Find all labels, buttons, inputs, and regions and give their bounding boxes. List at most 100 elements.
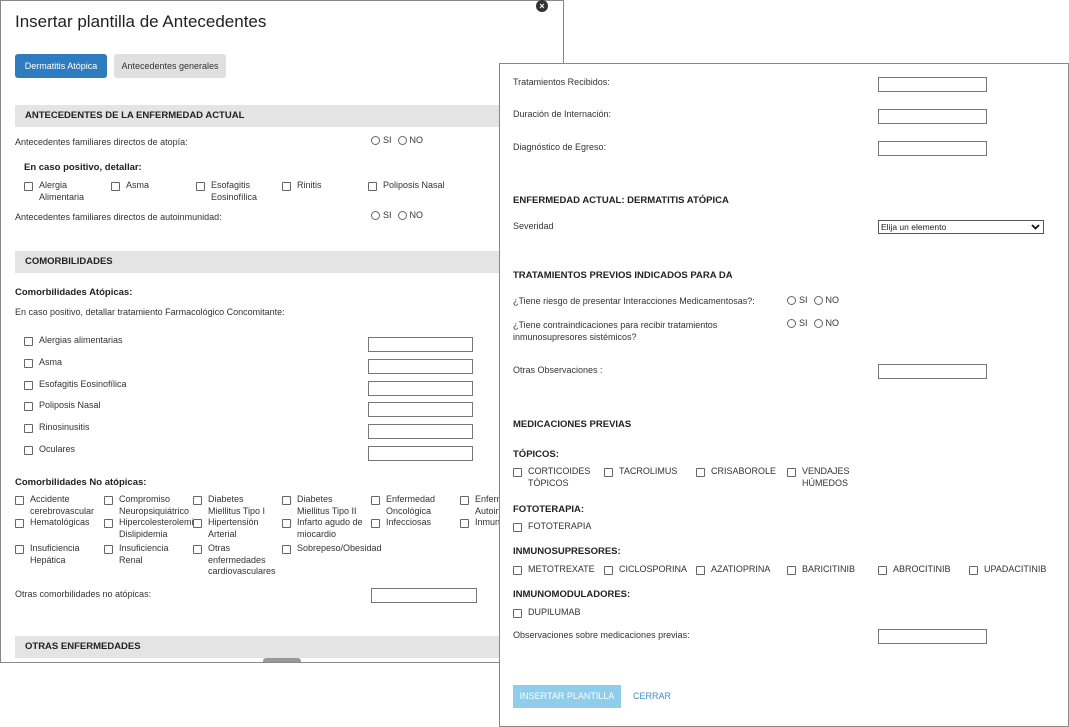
checkbox-icon[interactable] xyxy=(282,519,291,528)
checkbox-icon[interactable] xyxy=(104,519,113,528)
checkbox-icon[interactable] xyxy=(193,545,202,554)
tratamiento-input[interactable] xyxy=(368,402,473,417)
checkbox-icon[interactable] xyxy=(282,182,291,191)
checkbox-atopia-alergia[interactable]: Alergia Alimentaria xyxy=(24,180,104,203)
checkbox-icon[interactable] xyxy=(15,545,24,554)
checkbox-metotrexate[interactable]: METOTREXATE xyxy=(513,564,603,576)
checkbox-icon[interactable] xyxy=(513,523,522,532)
checkbox-icon[interactable] xyxy=(513,566,522,575)
tab-antecedentes-generales[interactable]: Antecedentes generales xyxy=(114,54,226,78)
checkbox-no-atopica-enfermedad[interactable]: Enfermedad Oncológica xyxy=(371,494,466,517)
checkbox-icon[interactable] xyxy=(696,566,705,575)
checkbox-no-atopica-sobrepesoobesidad[interactable]: Sobrepeso/Obesidad xyxy=(282,543,382,555)
checkbox-atopia-rinitis[interactable]: Rinitis xyxy=(282,180,362,192)
checkbox-icon[interactable] xyxy=(513,609,522,618)
checkbox-icon[interactable] xyxy=(787,566,796,575)
checkbox-icon[interactable] xyxy=(696,468,705,477)
checkbox-no-atopica-otras[interactable]: Otras enfermedades cardiovasculares xyxy=(193,543,288,578)
checkbox-comorb-alergias-alimentarias[interactable]: Alergias alimentarias xyxy=(24,335,324,347)
obs-med-input[interactable] xyxy=(878,629,987,644)
checkbox-icon[interactable] xyxy=(604,468,613,477)
checkbox-icon[interactable] xyxy=(24,446,33,455)
checkbox-no-atopica-infecciosas[interactable]: Infecciosas xyxy=(371,517,466,529)
checkbox-icon[interactable] xyxy=(371,519,380,528)
severidad-select[interactable]: Elija un elemento xyxy=(878,220,1044,234)
checkbox-comorb-oculares[interactable]: Oculares xyxy=(24,444,324,456)
checkbox-icon[interactable] xyxy=(15,519,24,528)
checkbox-icon[interactable] xyxy=(15,496,24,505)
checkbox-topico-vendajes[interactable]: VENDAJES HÚMEDOS xyxy=(787,466,877,489)
checkbox-comorb-rinosinusitis[interactable]: Rinosinusitis xyxy=(24,422,324,434)
otras-obs-input[interactable] xyxy=(878,364,987,379)
radio-icon[interactable] xyxy=(397,210,407,220)
checkbox-no-atopica-accidente[interactable]: Accidente cerebrovascular xyxy=(15,494,110,517)
duracion-input[interactable] xyxy=(878,109,987,124)
checkbox-dupilumab[interactable]: DUPILUMAB xyxy=(513,607,603,619)
checkbox-no-atopica-diabetes[interactable]: Diabetes Miellitus Tipo II xyxy=(282,494,377,517)
checkbox-icon[interactable] xyxy=(193,496,202,505)
checkbox-icon[interactable] xyxy=(878,566,887,575)
checkbox-icon[interactable] xyxy=(371,496,380,505)
checkbox-icon[interactable] xyxy=(368,182,377,191)
checkbox-icon[interactable] xyxy=(193,519,202,528)
checkbox-no-atopica-hipercolesterolemia[interactable]: Hipercolesterolemia Dislipidemia xyxy=(104,517,199,540)
checkbox-no-atopica-insuficiencia[interactable]: Insuficiencia Renal xyxy=(104,543,199,566)
checkbox-upadacitinib[interactable]: UPADACITINIB xyxy=(969,564,1059,576)
checkbox-icon[interactable] xyxy=(24,402,33,411)
checkbox-no-atopica-diabetes[interactable]: Diabetes Miellitus Tipo I xyxy=(193,494,288,517)
checkbox-abrocitinib[interactable]: ABROCITINIB xyxy=(878,564,968,576)
checkbox-azatioprina[interactable]: AZATIOPRINA xyxy=(696,564,786,576)
checkbox-icon[interactable] xyxy=(604,566,613,575)
checkbox-atopia-asma[interactable]: Asma xyxy=(111,180,191,192)
trat-recibidos-input[interactable] xyxy=(878,77,987,92)
checkbox-icon[interactable] xyxy=(24,381,33,390)
checkbox-ciclosporina[interactable]: CICLOSPORINA xyxy=(604,564,694,576)
close-link[interactable]: CERRAR xyxy=(633,691,671,701)
radio-icon[interactable] xyxy=(813,295,823,305)
checkbox-icon[interactable] xyxy=(24,359,33,368)
checkbox-icon[interactable] xyxy=(969,566,978,575)
checkbox-icon[interactable] xyxy=(282,545,291,554)
checkbox-no-atopica-compromiso[interactable]: Compromiso Neuropsiquiátrico xyxy=(104,494,199,517)
checkbox-baricitinib[interactable]: BARICITINIB xyxy=(787,564,877,576)
checkbox-icon[interactable] xyxy=(24,424,33,433)
checkbox-topico-tacrolimus[interactable]: TACROLIMUS xyxy=(604,466,694,478)
checkbox-icon[interactable] xyxy=(111,182,120,191)
tratamiento-input[interactable] xyxy=(368,337,473,352)
checkbox-icon[interactable] xyxy=(104,545,113,554)
checkbox-icon[interactable] xyxy=(282,496,291,505)
checkbox-no-atopica-hipertensión[interactable]: Hipertensión Arterial xyxy=(193,517,288,540)
close-icon[interactable]: × xyxy=(536,0,548,12)
checkbox-icon[interactable] xyxy=(24,337,33,346)
radio-icon[interactable] xyxy=(371,210,380,220)
checkbox-no-atopica-insuficiencia[interactable]: Insuficiencia Hepática xyxy=(15,543,110,566)
radio-icon[interactable] xyxy=(787,295,796,305)
tratamiento-input[interactable] xyxy=(368,359,473,374)
checkbox-icon[interactable] xyxy=(513,468,522,477)
insert-template-button[interactable]: INSERTAR PLANTILLA xyxy=(513,685,621,708)
tratamiento-input[interactable] xyxy=(368,446,473,461)
otras-comorb-input[interactable] xyxy=(371,588,477,603)
checkbox-fototerapia[interactable]: FOTOTERAPIA xyxy=(513,521,603,533)
diagnostico-input[interactable] xyxy=(878,141,987,156)
checkbox-icon[interactable] xyxy=(24,182,33,191)
checkbox-no-atopica-infarto-agudo-de[interactable]: Infarto agudo de miocardio xyxy=(282,517,377,540)
radio-icon[interactable] xyxy=(787,318,796,328)
radio-icon[interactable] xyxy=(397,135,407,145)
checkbox-icon[interactable] xyxy=(460,519,469,528)
checkbox-atopia-esofagitis[interactable]: Esofagitis Eosinofílica xyxy=(196,180,276,203)
radio-icon[interactable] xyxy=(813,318,823,328)
radio-icon[interactable] xyxy=(371,135,380,145)
checkbox-atopia-poliposis-nasal[interactable]: Poliposis Nasal xyxy=(368,180,448,192)
checkbox-topico-corticoides[interactable]: CORTICOIDES TÓPICOS xyxy=(513,466,603,489)
checkbox-comorb-poliposis-nasal[interactable]: Poliposis Nasal xyxy=(24,400,324,412)
checkbox-icon[interactable] xyxy=(104,496,113,505)
checkbox-icon[interactable] xyxy=(196,182,205,191)
tratamiento-input[interactable] xyxy=(368,381,473,396)
tab-dermatitis-atopica[interactable]: Dermatitis Atópica xyxy=(15,54,107,78)
checkbox-icon[interactable] xyxy=(787,468,796,477)
checkbox-icon[interactable] xyxy=(460,496,469,505)
checkbox-topico-crisaborole[interactable]: CRISABOROLE xyxy=(696,466,786,478)
tratamiento-input[interactable] xyxy=(368,424,473,439)
checkbox-comorb-asma[interactable]: Asma xyxy=(24,357,324,369)
